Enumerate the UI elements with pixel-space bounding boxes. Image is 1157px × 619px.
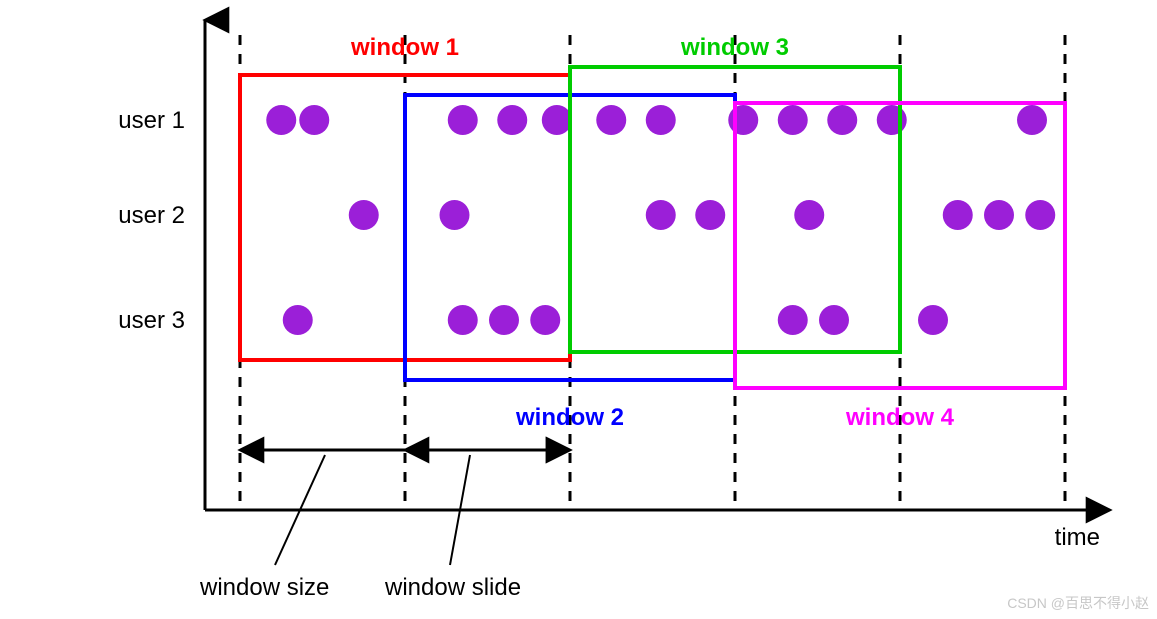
sliding-window-diagram: time user 1 user 2 user 3 window 1 window 2…: [0, 0, 1157, 619]
watermark: CSDN @百思不得小赵: [1007, 593, 1149, 613]
event-dot: [448, 105, 478, 135]
event-dot: [448, 305, 478, 335]
event-dot: [984, 200, 1014, 230]
window-3-label: window 3: [680, 34, 789, 61]
event-dot: [489, 305, 519, 335]
time-ticks: [240, 35, 1065, 505]
event-dot: [695, 200, 725, 230]
x-axis-label: time: [1055, 524, 1100, 551]
event-dot: [596, 105, 626, 135]
event-dot: [440, 200, 470, 230]
window-size-label: window size: [199, 574, 329, 601]
event-dot: [819, 305, 849, 335]
event-dot: [283, 305, 313, 335]
event-dot: [778, 105, 808, 135]
event-dot: [728, 105, 758, 135]
event-dot: [778, 305, 808, 335]
event-dot: [497, 105, 527, 135]
event-dot: [1025, 200, 1055, 230]
event-dot: [827, 105, 857, 135]
event-dot: [646, 200, 676, 230]
size-slide-annotation: window size window slide: [199, 450, 570, 601]
event-dot: [877, 105, 907, 135]
axes: time: [205, 20, 1110, 551]
row-label: user 3: [118, 307, 185, 334]
window-slide-label: window slide: [384, 574, 521, 601]
event-dot: [794, 200, 824, 230]
window-4-label: window 4: [845, 404, 955, 431]
event-dot: [1017, 105, 1047, 135]
event-dot: [542, 105, 572, 135]
row-label: user 1: [118, 107, 185, 134]
event-dot: [266, 105, 296, 135]
event-dot: [918, 305, 948, 335]
row-labels: user 1 user 2 user 3: [118, 107, 185, 334]
window-1-label: window 1: [350, 34, 459, 61]
window-2-label: window 2: [515, 404, 624, 431]
event-dots: [266, 105, 1055, 335]
event-dot: [943, 200, 973, 230]
event-dot: [299, 105, 329, 135]
event-dot: [646, 105, 676, 135]
row-label: user 2: [118, 202, 185, 229]
event-dot: [349, 200, 379, 230]
event-dot: [530, 305, 560, 335]
